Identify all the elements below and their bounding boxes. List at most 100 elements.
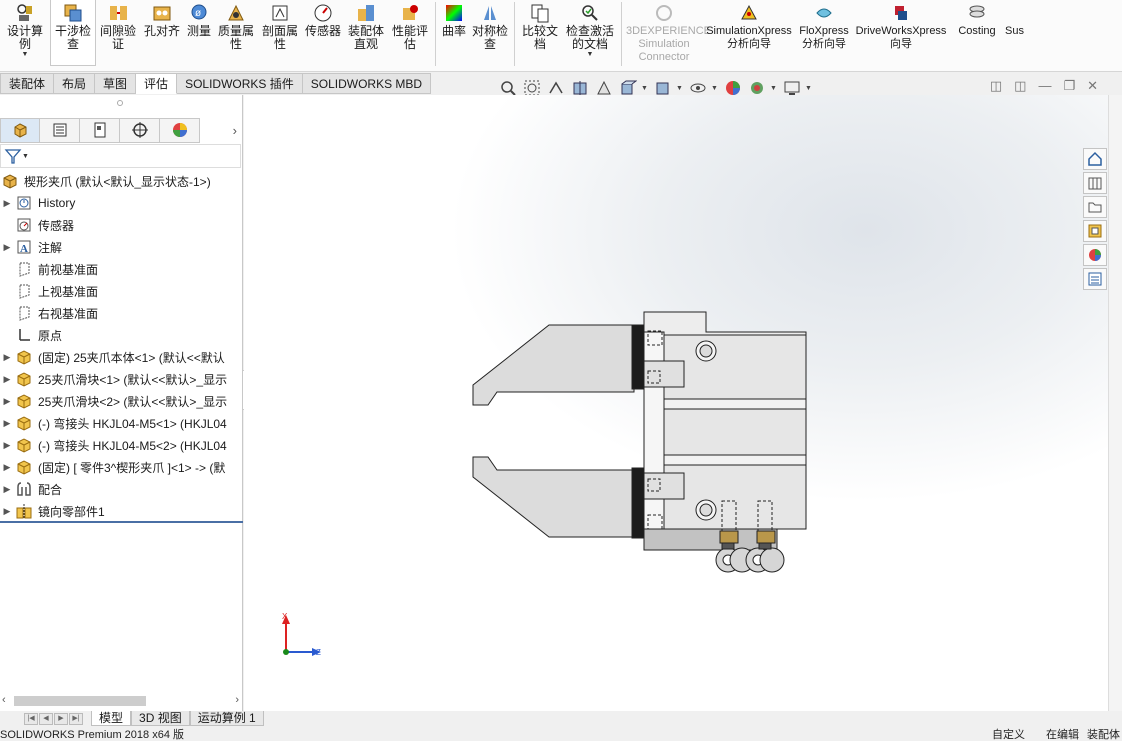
design-study-button[interactable]: 设计算例 ▼ (0, 0, 50, 66)
tree-item-mates[interactable]: ▶ 配合 (0, 478, 243, 500)
tree-item-right-plane[interactable]: 右视基准面 (0, 302, 243, 324)
hole-alignment-button[interactable]: 孔对齐 (140, 0, 184, 66)
expand-arrow-icon[interactable]: ▶ (0, 396, 14, 407)
custom-properties-icon[interactable] (1083, 268, 1107, 290)
tree-item-label: 镜向零部件1 (38, 504, 105, 519)
restore-icon[interactable]: ❐ (1063, 78, 1075, 94)
hole-alignment-icon (151, 2, 173, 24)
tab-sketch[interactable]: 草图 (95, 73, 137, 94)
tree-item-component[interactable]: ▶ (-) 弯接头 HKJL04-M5<1> (HKJL04 (0, 412, 243, 434)
expand-arrow-icon[interactable]: ▶ (0, 242, 14, 253)
expand-arrow-icon[interactable]: ▶ (0, 352, 14, 363)
symmetry-check-button[interactable]: 对称检查 (469, 0, 511, 66)
expand-arrow-icon[interactable]: ▶ (0, 462, 14, 473)
tree-horizontal-scrollbar[interactable]: ‹ › (0, 694, 243, 708)
expand-arrow-icon[interactable]: ▶ (0, 484, 14, 495)
3dexperience-connector-icon (653, 2, 675, 24)
tree-item-component[interactable]: ▶ (固定) [ 零件3^楔形夹爪 ]<1> -> (默 (0, 456, 243, 478)
hide-show-dropdown-icon[interactable]: ▼ (711, 85, 719, 92)
minimize-icon[interactable]: — (1038, 78, 1051, 94)
apply-scene-dropdown-icon[interactable]: ▼ (770, 85, 778, 92)
tree-item-component[interactable]: ▶ 25夹爪滑块<1> (默认<<默认>_显示 (0, 368, 243, 390)
tree-item-origin[interactable]: 原点 (0, 324, 243, 346)
appearances-scenes-icon[interactable] (1083, 244, 1107, 266)
design-library-icon[interactable] (1083, 172, 1107, 194)
clearance-verification-button[interactable]: 间隙验证 (96, 0, 140, 66)
check-active-document-button[interactable]: 检查激活的文档 ▼ (562, 0, 618, 66)
expand-arrow-icon[interactable]: ▶ (0, 374, 14, 385)
filter-dropdown-icon[interactable]: ▼ (22, 153, 29, 160)
view-settings-dropdown-icon[interactable]: ▼ (805, 85, 813, 92)
tree-root-assembly[interactable]: 楔形夹爪 (默认<默认_显示状态-1>) (0, 170, 243, 192)
close-icon[interactable]: ✕ (1087, 78, 1098, 94)
compare-documents-button[interactable]: 比较文档 (518, 0, 562, 66)
driveworksxpress-button[interactable]: DriveWorksXpress 向导 (853, 0, 949, 66)
tree-item-component[interactable]: ▶ (-) 弯接头 HKJL04-M5<2> (HKJL04 (0, 434, 243, 456)
tree-filter[interactable]: ▼ (0, 144, 241, 168)
tree-item-component[interactable]: ▶ 25夹爪滑块<2> (默认<<默认>_显示 (0, 390, 243, 412)
gripper-model[interactable] (244, 95, 1108, 711)
expand-arrow-icon[interactable]: ▶ (0, 418, 14, 429)
prev-tab-icon[interactable]: ◀ (39, 712, 53, 725)
expand-arrow-icon[interactable]: ▶ (0, 506, 14, 517)
costing-button[interactable]: Costing (949, 0, 1005, 66)
section-properties-icon (269, 2, 291, 24)
tree-item-history[interactable]: ▶ History (0, 192, 243, 214)
assembly-visualization-button[interactable]: 装配体直观 (344, 0, 388, 66)
expand-arrow-icon[interactable]: ▶ (0, 198, 14, 209)
last-tab-icon[interactable]: ▶| (69, 712, 83, 725)
tree-item-component[interactable]: ▶ (固定) 25夹爪本体<1> (默认<<默认 (0, 346, 243, 368)
section-properties-button[interactable]: 剖面属性 (258, 0, 302, 66)
tree-item-mirror-component[interactable]: ▶ 镜向零部件1 (0, 500, 243, 522)
solidworks-resources-icon[interactable] (1083, 148, 1107, 170)
display-style-dropdown-icon[interactable]: ▼ (676, 85, 684, 92)
tab-solidworks-mbd[interactable]: SOLIDWORKS MBD (302, 73, 432, 94)
tree-item-label: 右视基准面 (38, 306, 99, 321)
tree-item-label: (固定) [ 零件3^楔形夹爪 ]<1> -> (默 (38, 460, 226, 475)
sensor-button[interactable]: 传感器 (302, 0, 344, 66)
interference-check-button[interactable]: 干涉检查 (50, 0, 96, 66)
tree-item-front-plane[interactable]: 前视基准面 (0, 258, 243, 280)
propertymanager-tab[interactable] (40, 117, 80, 143)
next-tab-icon[interactable]: ▶ (54, 712, 68, 725)
featuremanager-tab[interactable] (0, 117, 40, 143)
tab-layout[interactable]: 布局 (54, 73, 96, 94)
measure-button[interactable]: ø 测量 (184, 0, 214, 66)
expand-arrow-icon[interactable]: ▶ (0, 440, 14, 451)
tab-motion-study-1[interactable]: 运动算例 1 (189, 711, 264, 726)
tab-evaluate[interactable]: 评估 (136, 73, 178, 94)
tab-3d-view[interactable]: 3D 视图 (131, 711, 190, 726)
scroll-right-icon[interactable]: › (235, 694, 239, 706)
dimxpertmanager-tab[interactable] (120, 117, 160, 143)
chevron-right-icon[interactable]: › (233, 123, 237, 138)
panel-splitter-handle[interactable] (117, 100, 123, 106)
scroll-left-icon[interactable]: ‹ (2, 694, 6, 706)
tab-model[interactable]: 模型 (91, 711, 132, 726)
curvature-button[interactable]: 曲率 (439, 0, 469, 66)
tree-item-top-plane[interactable]: 上视基准面 (0, 280, 243, 302)
mass-properties-button[interactable]: 质量属性 (214, 0, 258, 66)
sustainability-button[interactable]: Sus (1005, 0, 1035, 66)
interference-check-icon (62, 2, 84, 24)
tree-item-label: 25夹爪滑块<1> (默认<<默认>_显示 (38, 372, 228, 387)
graphics-area[interactable]: X Z (244, 95, 1108, 711)
simulationxpress-button[interactable]: SimulationXpress 分析向导 (703, 0, 795, 66)
rollback-bar[interactable] (0, 521, 243, 523)
performance-evaluation-button[interactable]: 性能评估 (388, 0, 432, 66)
tile-left-icon[interactable]: ◫ (990, 78, 1002, 94)
scrollbar-thumb[interactable] (14, 696, 146, 706)
tree-item-annotations[interactable]: ▶ A 注解 (0, 236, 243, 258)
configurationmanager-tab[interactable] (80, 117, 120, 143)
floxpress-button[interactable]: FloXpress 分析向导 (795, 0, 853, 66)
tree-item-sensors[interactable]: 传感器 (0, 214, 243, 236)
tile-right-icon[interactable]: ◫ (1014, 78, 1026, 94)
3dexperience-connector-button[interactable]: 3DEXPERIENCE Simulation Connector (625, 0, 711, 66)
view-palette-icon[interactable] (1083, 220, 1107, 242)
status-bar: SOLIDWORKS Premium 2018 x64 版 自定义 在编辑 装配… (0, 727, 1122, 741)
view-orientation-dropdown-icon[interactable]: ▼ (641, 85, 649, 92)
displaymanager-tab[interactable] (160, 117, 200, 143)
tab-solidworks-addins[interactable]: SOLIDWORKS 插件 (177, 73, 303, 94)
file-explorer-icon[interactable] (1083, 196, 1107, 218)
first-tab-icon[interactable]: |◀ (24, 712, 38, 725)
tab-assembly[interactable]: 装配体 (0, 73, 55, 94)
